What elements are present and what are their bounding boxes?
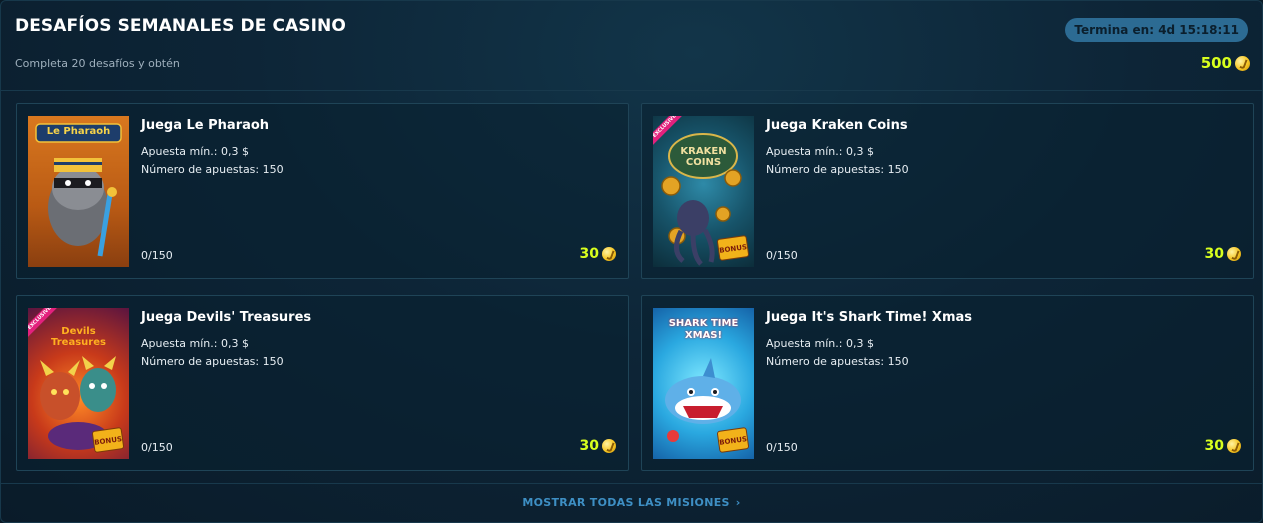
total-reward: 500	[1201, 54, 1250, 72]
challenge-bet-count: Número de apuestas: 150	[766, 355, 909, 368]
challenge-min-bet: Apuesta mín.: 0,3 $	[766, 145, 874, 158]
coin-icon	[602, 439, 616, 453]
bonus-badge: BONUS	[91, 427, 125, 453]
challenge-reward-value: 30	[579, 438, 599, 454]
challenge-reward-value: 30	[579, 246, 599, 262]
pharaoh-art-icon	[35, 123, 122, 257]
challenge-progress: 0/150	[141, 441, 173, 454]
challenge-title: Juega It's Shark Time! Xmas	[766, 310, 973, 325]
game-art-label: KRAKEN COINS	[680, 146, 727, 168]
challenge-reward: 30	[1205, 438, 1241, 454]
challenge-min-bet: Apuesta mín.: 0,3 $	[141, 145, 249, 158]
challenge-reward: 30	[1205, 246, 1241, 262]
game-thumbnail[interactable]: Le Pharaoh	[28, 116, 129, 267]
game-art-label: Devils Treasures	[51, 326, 106, 348]
coin-icon	[1227, 247, 1241, 261]
challenge-title: Juega Kraken Coins	[766, 118, 908, 133]
challenge-progress: 0/150	[141, 249, 173, 262]
challenge-progress: 0/150	[766, 249, 798, 262]
countdown-value: 4d 15:18:11	[1158, 23, 1239, 37]
bonus-badge: BONUS	[716, 235, 750, 261]
challenge-title: Juega Devils' Treasures	[141, 310, 312, 325]
panel-footer: MOSTRAR TODAS LAS MISIONES ›	[1, 483, 1262, 522]
countdown-prefix: Termina en:	[1074, 23, 1154, 37]
game-thumbnail[interactable]: SHARK TIME XMAS! BONUS	[653, 308, 754, 459]
challenge-card[interactable]: KRAKEN COINS EXCLUSIVE BONUS Juega Krake…	[641, 103, 1254, 279]
casino-challenges-panel: DESAFÍOS SEMANALES DE CASINO Completa 20…	[0, 0, 1263, 523]
challenge-reward: 30	[580, 246, 616, 262]
panel-title: DESAFÍOS SEMANALES DE CASINO	[15, 16, 346, 36]
challenge-reward-value: 30	[1204, 246, 1224, 262]
challenge-bet-count: Número de apuestas: 150	[141, 355, 284, 368]
challenge-min-bet: Apuesta mín.: 0,3 $	[766, 337, 874, 350]
game-art-label: Le Pharaoh	[46, 126, 111, 137]
show-all-label: MOSTRAR TODAS LAS MISIONES	[522, 496, 730, 509]
challenge-title: Juega Le Pharaoh	[141, 118, 270, 133]
game-thumbnail[interactable]: Devils Treasures EXCLUSIVE BONUS	[28, 308, 129, 459]
challenge-bet-count: Número de apuestas: 150	[766, 163, 909, 176]
challenge-reward-value: 30	[1204, 438, 1224, 454]
coin-icon	[1235, 55, 1250, 71]
countdown-badge: Termina en: 4d 15:18:11	[1065, 18, 1248, 42]
coin-icon	[602, 247, 616, 261]
show-all-missions-link[interactable]: MOSTRAR TODAS LAS MISIONES ›	[522, 496, 740, 509]
challenge-bet-count: Número de apuestas: 150	[141, 163, 284, 176]
coin-icon	[1227, 439, 1241, 453]
total-reward-value: 500	[1200, 54, 1232, 72]
challenge-card[interactable]: Le Pharaoh Juega Le Pharaoh Apuesta mín.…	[16, 103, 629, 279]
challenge-card[interactable]: SHARK TIME XMAS! BONUS Juega It's Shark …	[641, 295, 1254, 471]
panel-subtitle: Completa 20 desafíos y obtén	[15, 57, 180, 70]
bonus-badge: BONUS	[716, 427, 750, 453]
game-art-label: SHARK TIME XMAS!	[668, 318, 739, 341]
challenge-min-bet: Apuesta mín.: 0,3 $	[141, 337, 249, 350]
panel-header: DESAFÍOS SEMANALES DE CASINO Completa 20…	[1, 1, 1262, 91]
challenge-card[interactable]: Devils Treasures EXCLUSIVE BONUS Juega D…	[16, 295, 629, 471]
challenge-reward: 30	[580, 438, 616, 454]
challenge-progress: 0/150	[766, 441, 798, 454]
chevron-right-icon: ›	[735, 496, 741, 509]
game-thumbnail[interactable]: KRAKEN COINS EXCLUSIVE BONUS	[653, 116, 754, 267]
